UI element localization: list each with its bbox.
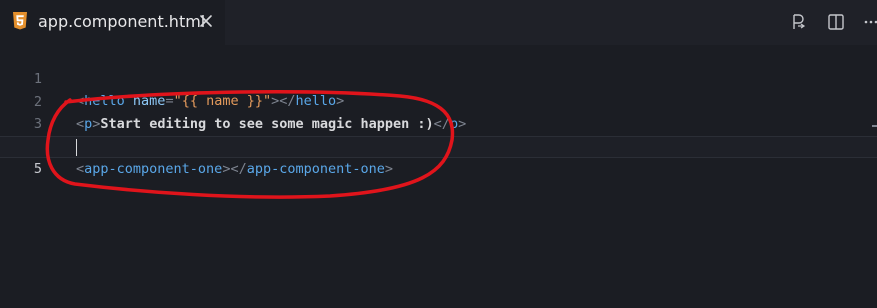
code-content: <app-component-one></app-component-one> xyxy=(76,158,393,180)
more-actions-icon[interactable] xyxy=(862,13,877,31)
code-token-punc: ></ xyxy=(222,161,247,177)
editor-window: app.component.html 1 <hello name="{{ nam… xyxy=(0,0,877,308)
tab-filename: app.component.html xyxy=(38,12,206,31)
split-editor-icon[interactable] xyxy=(827,13,845,31)
text-cursor xyxy=(76,139,77,156)
code-line-4[interactable]: 4 <app-component-one></app-component-one… xyxy=(0,114,877,177)
line-number: 5 xyxy=(33,161,42,177)
close-icon[interactable] xyxy=(198,13,214,29)
code-token-punc: < xyxy=(76,161,85,177)
code-line-2[interactable]: 2 <p>Start editing to see some magic hap… xyxy=(0,69,877,132)
html5-icon xyxy=(13,12,27,30)
code-token-tag: app-component-one xyxy=(246,161,385,177)
tab-bar: app.component.html xyxy=(0,0,877,45)
code-line-5-current[interactable]: 5 xyxy=(0,136,877,177)
code-token-punc: > xyxy=(384,161,394,177)
paragraph-preview-icon[interactable] xyxy=(789,13,807,31)
code-token-tag: app-component-one xyxy=(84,161,223,177)
code-line-3[interactable]: 3 xyxy=(0,91,877,132)
code-line-1[interactable]: 1 <hello name="{{ name }}"></hello> xyxy=(0,46,877,109)
code-editor[interactable]: 1 <hello name="{{ name }}"></hello> 2 <p… xyxy=(0,45,877,308)
scrollbar-marker[interactable] xyxy=(872,125,877,127)
tab-app-component-html[interactable]: app.component.html xyxy=(0,0,225,45)
